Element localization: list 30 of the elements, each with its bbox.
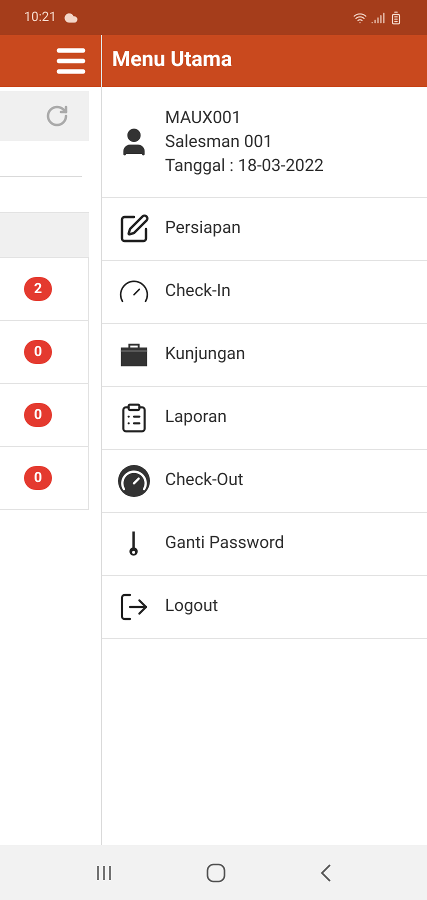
- recents-icon[interactable]: [94, 864, 113, 880]
- list-row[interactable]: 2: [0, 258, 89, 321]
- menu-item[interactable]: Logout: [102, 576, 427, 639]
- list-row[interactable]: 0: [0, 447, 89, 510]
- menu-item[interactable]: Kunjungan: [102, 324, 427, 387]
- menu-item[interactable]: Check-Out: [102, 450, 427, 513]
- list-row[interactable]: 0: [0, 321, 89, 384]
- home-icon[interactable]: [206, 862, 226, 882]
- user-name: Salesman 001: [165, 131, 274, 154]
- count-badge: 0: [24, 403, 52, 427]
- user-code: MAUX001: [165, 107, 242, 130]
- cloud-icon: [64, 10, 78, 24]
- gauge-icon: [118, 465, 150, 497]
- menu-item[interactable]: Check-In: [102, 261, 427, 324]
- back-icon[interactable]: [320, 864, 332, 882]
- status-time: 10:21: [24, 8, 56, 27]
- battery-icon: [389, 10, 403, 24]
- count-badge: 2: [24, 277, 52, 301]
- count-badge: 0: [24, 466, 52, 490]
- logout-icon: [118, 591, 150, 623]
- menu-item[interactable]: Ganti Password: [102, 513, 427, 576]
- list-row[interactable]: 0: [0, 384, 89, 447]
- signal-icon: [371, 10, 385, 24]
- wifi-icon: [353, 10, 367, 24]
- edit-icon: [118, 213, 150, 245]
- screen-title: Menu Utama: [112, 47, 232, 74]
- login-date: Tanggal : 18-03-2022: [165, 155, 324, 178]
- count-badge: 0: [24, 340, 52, 364]
- menu-item[interactable]: Laporan: [102, 387, 427, 450]
- menu-item[interactable]: Persiapan: [102, 198, 427, 261]
